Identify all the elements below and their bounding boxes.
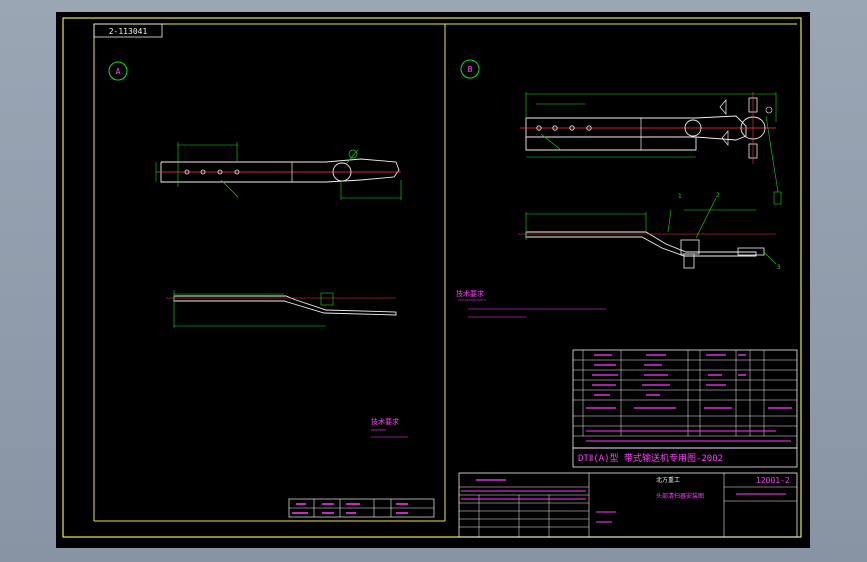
part-name: 头部清扫器安装图	[656, 492, 704, 500]
view-b-plan	[520, 92, 782, 205]
view-a-tech-note: 技术要求	[371, 417, 399, 426]
callout-3: 3	[777, 264, 781, 271]
cad-canvas: 2-113041 A B 技术要求 1 2 3 技术要求 DTⅡ(A)型 带式输…	[0, 0, 867, 562]
view-a-label: A	[116, 67, 121, 76]
stamp-code: 2-113041	[109, 27, 148, 36]
callout-2: 2	[716, 192, 720, 199]
callout-1: 1	[678, 193, 682, 200]
main-title: DTⅡ(A)型 带式输送机专用图-2002	[578, 452, 723, 464]
drawing-sheet: 2-113041 A B 技术要求 1 2 3 技术要求 DTⅡ(A)型 带式输…	[56, 12, 810, 548]
title-block: DTⅡ(A)型 带式输送机专用图-2002 北方重工 头部清扫器安装图 1200…	[458, 447, 798, 538]
view-b-elevation: 1 2 3	[518, 192, 781, 271]
parts-list	[572, 349, 798, 449]
company-name: 北方重工	[656, 476, 680, 484]
view-b-label: B	[468, 65, 473, 74]
view-a-arm-top	[155, 142, 402, 200]
view-b-tech-note: 技术要求	[456, 289, 484, 298]
view-a-strip	[166, 290, 397, 328]
doc-code: 12001-2	[756, 476, 790, 485]
drawing-svg: 2-113041 A B 技术要求 1 2 3 技术要求 DTⅡ(A)型 带式输…	[62, 17, 802, 538]
view-a-title-table	[288, 498, 435, 518]
